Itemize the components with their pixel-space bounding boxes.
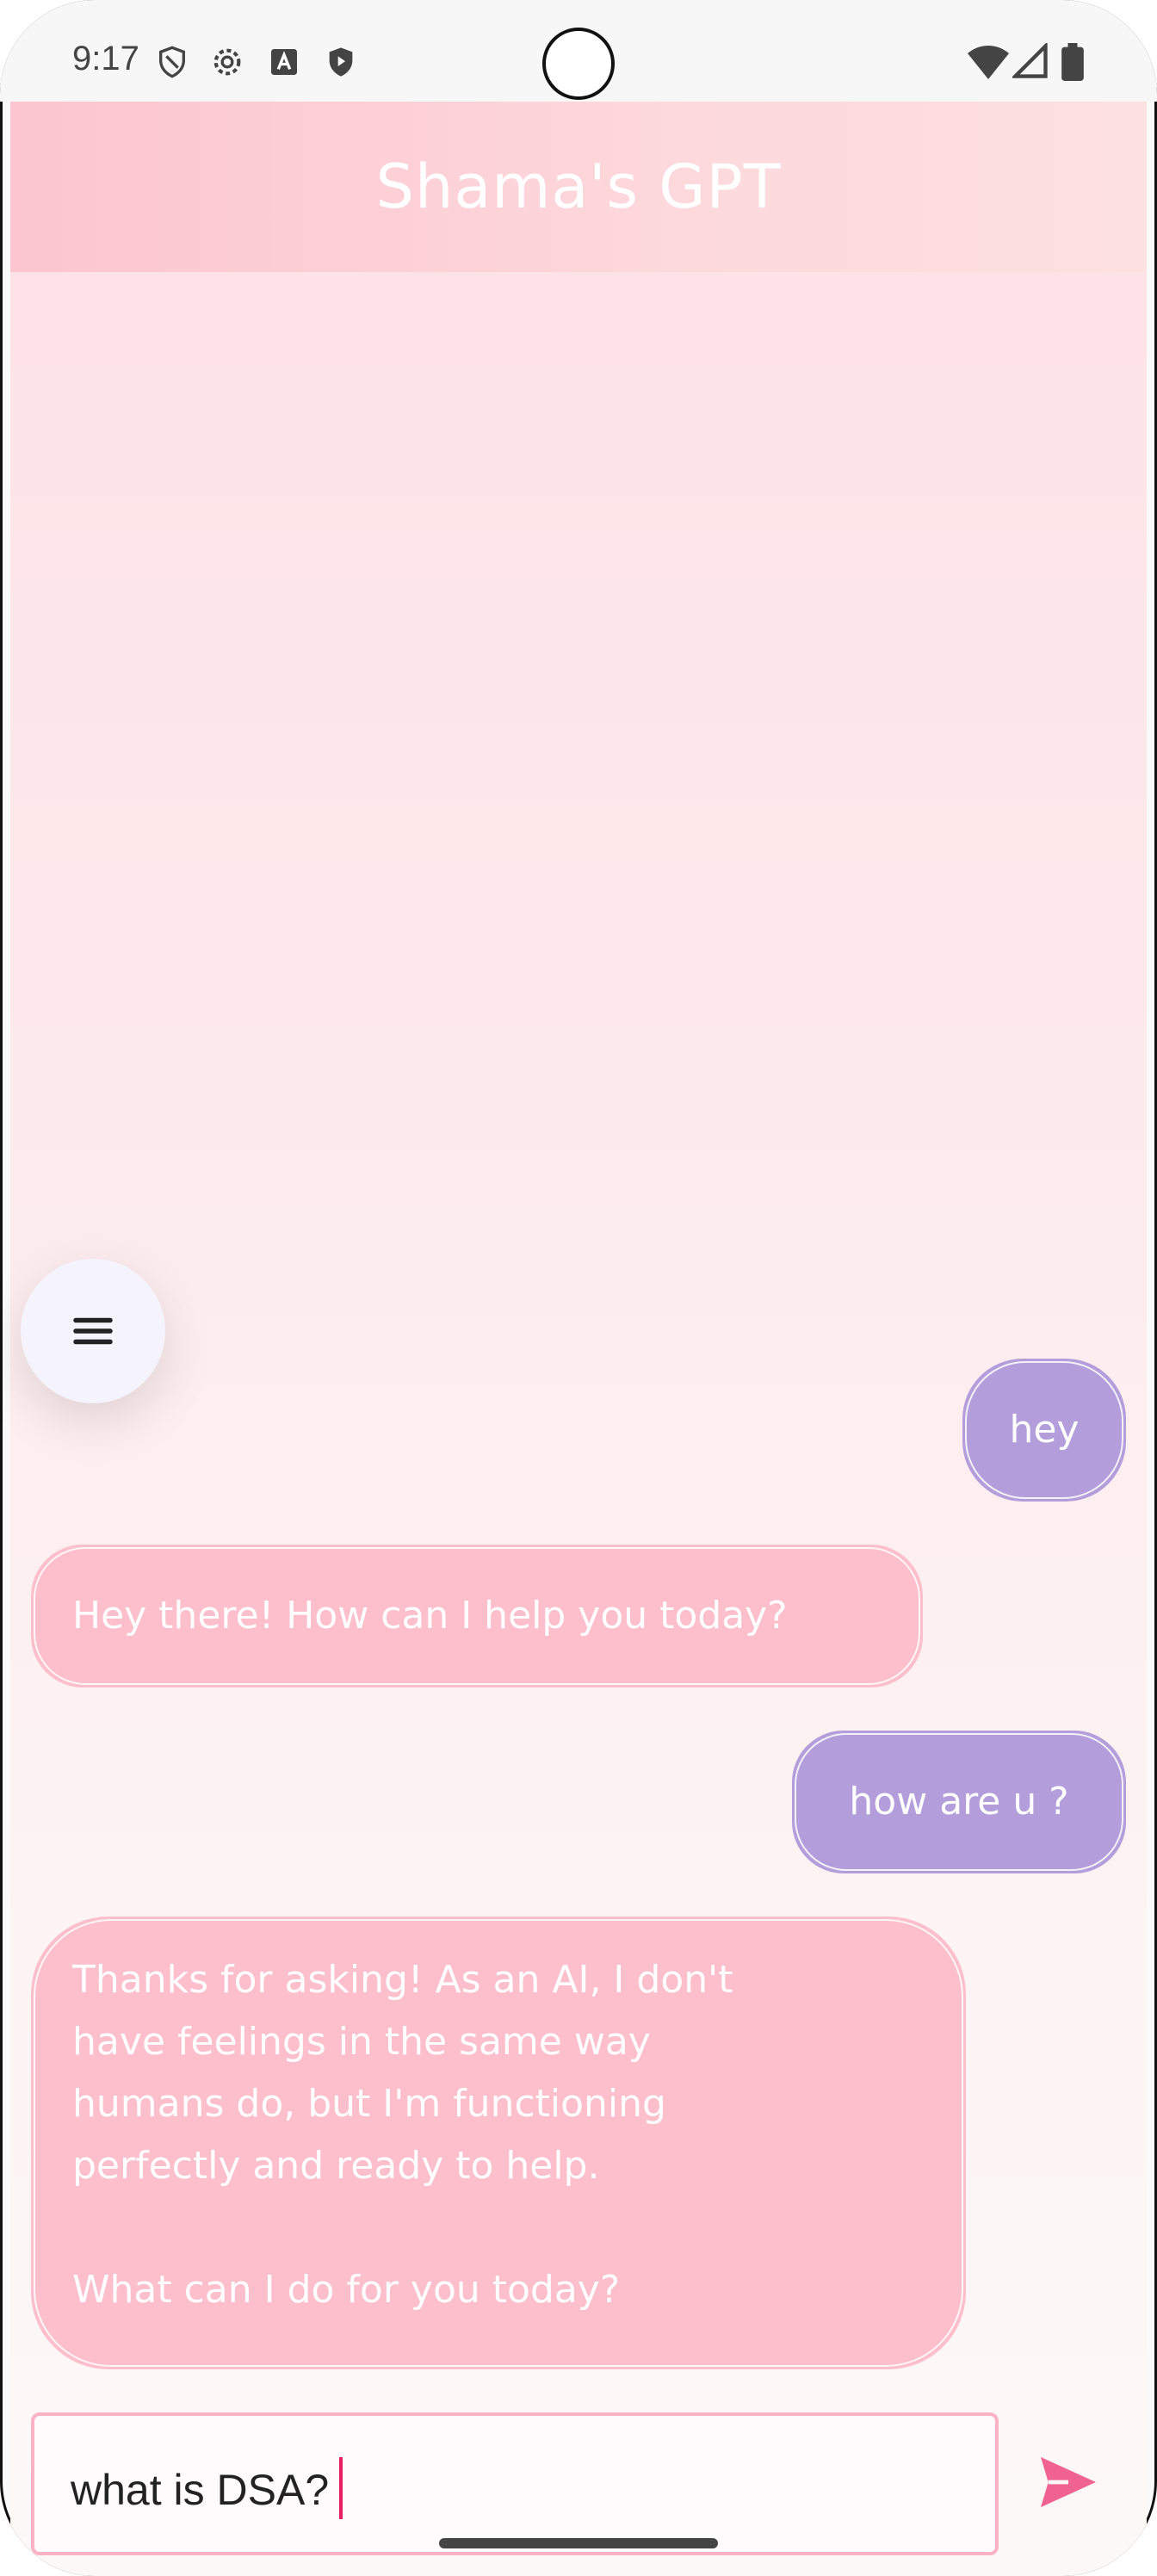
menu-button[interactable] [21, 1259, 165, 1403]
user-message: hey [962, 1359, 1126, 1502]
text-cursor [339, 2457, 343, 2519]
message-text: how are u ? [849, 1780, 1069, 1824]
chat-app: Shama's GPT hey Hey there! How can I hel… [10, 102, 1147, 2576]
status-bar: 9:17 [0, 0, 1157, 102]
phone-screen: 9:17 Shama's GPT hey Hey there! How can … [0, 0, 1157, 2576]
user-message: how are u ? [792, 1731, 1126, 1873]
message-text: Thanks for asking! As an AI, I don't hav… [72, 1958, 733, 2312]
message-text: Hey there! How can I help you today? [72, 1594, 788, 1638]
app-title: Shama's GPT [375, 152, 782, 222]
play-shield-icon [329, 47, 353, 77]
bot-message: Hey there! How can I help you today? [31, 1545, 923, 1687]
a-icon [271, 49, 297, 75]
menu-icon [73, 1317, 113, 1345]
shield-icon [159, 46, 185, 78]
status-time: 9:17 [72, 40, 139, 77]
bot-message: Thanks for asking! As an AI, I don't hav… [31, 1917, 966, 2369]
app-header: Shama's GPT [10, 102, 1147, 272]
message-input-box[interactable] [31, 2412, 999, 2555]
send-icon [1041, 2456, 1096, 2508]
message-input[interactable] [69, 2459, 933, 2521]
battery-icon [1061, 43, 1084, 81]
signal-icon [1012, 43, 1048, 78]
gear-icon [213, 48, 241, 76]
send-button[interactable] [1030, 2443, 1107, 2521]
wifi-icon [968, 46, 1009, 79]
camera-cutout [542, 28, 615, 100]
gesture-nav-handle[interactable] [439, 2538, 718, 2548]
message-text: hey [1009, 1408, 1080, 1452]
